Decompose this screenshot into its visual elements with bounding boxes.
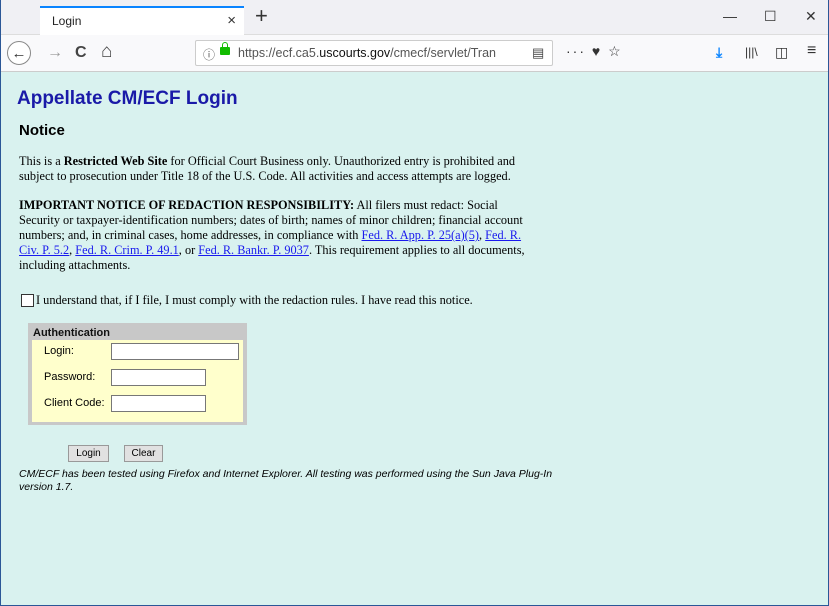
agree-label: I understand that, if I file, I must com… [36,293,473,307]
lock-icon [220,42,230,55]
notice-heading: Notice [19,122,65,139]
reader-view-icon[interactable]: ▤ [532,45,544,61]
fed-r-app-link[interactable]: Fed. R. App. P. 25(a)(5) [362,228,480,242]
client-code-label: Client Code: [44,397,105,409]
redaction-notice: IMPORTANT NOTICE OF REDACTION RESPONSIBI… [19,198,539,273]
url-bar[interactable]: ⓘ https://ecf.ca5.uscourts.gov/cmecf/ser… [195,40,553,66]
library-icon[interactable]: |||\ [745,45,758,59]
restricted-bold: Restricted Web Site [63,154,168,168]
password-input[interactable] [111,369,206,386]
maximize-button[interactable]: ☐ [764,8,777,25]
url-path: /cmecf/servlet/Trans [390,46,496,60]
page-title: Appellate CM/ECF Login [17,88,238,109]
page-actions-icon[interactable]: ··· ♥ ☆ [566,43,623,60]
back-button[interactable]: ← [7,41,31,65]
authentication-panel: Authentication Login: Password: Client C… [28,323,247,425]
url-domain: uscourts.gov [319,46,391,60]
url-prefix: https://ecf.ca5. [238,46,320,60]
restricted-notice: This is a Restricted Web Site for Offici… [19,154,539,184]
browser-window: Login × + — ☐ ✕ ← → C ⌂ ⓘ https://ecf.ca… [0,0,829,606]
tab-bar: Login × + — ☐ ✕ [1,0,828,35]
clear-button[interactable]: Clear [124,445,163,462]
back-arrow-icon: ← [11,44,27,62]
close-window-button[interactable]: ✕ [805,8,817,25]
home-button[interactable]: ⌂ [101,41,112,63]
minimize-button[interactable]: — [723,8,737,24]
menu-icon[interactable]: ≡ [807,42,816,60]
new-tab-button[interactable]: + [255,3,268,29]
url-text[interactable]: https://ecf.ca5.uscourts.gov/cmecf/servl… [238,46,496,60]
authentication-title: Authentication [33,327,110,339]
tab-title: Login [52,14,82,28]
tab-close-icon[interactable]: × [227,12,236,29]
restricted-pre: This is a [19,154,64,168]
login-label: Login: [44,345,74,357]
page-content: Appellate CM/ECF Login Notice This is a … [1,72,828,605]
tab-login[interactable]: Login × [40,6,244,35]
password-label: Password: [44,371,96,383]
sidebar-icon[interactable]: ◫ [775,44,788,61]
fed-r-bankr-link[interactable]: Fed. R. Bankr. P. 9037 [198,243,309,257]
client-code-input[interactable] [111,395,206,412]
agree-checkbox[interactable] [21,294,34,307]
forward-button[interactable]: → [47,44,63,62]
reload-button[interactable]: C [75,44,87,62]
authentication-fields: Login: Password: Client Code: [32,340,243,422]
login-input[interactable] [111,343,239,360]
download-icon[interactable]: ⤓ [716,44,722,61]
site-info-icon[interactable]: ⓘ [203,46,215,63]
redaction-bold: IMPORTANT NOTICE OF REDACTION RESPONSIBI… [19,198,355,212]
agree-row: I understand that, if I file, I must com… [21,293,473,308]
login-button[interactable]: Login [68,445,109,462]
fed-r-crim-link[interactable]: Fed. R. Crim. P. 49.1 [75,243,179,257]
navigation-toolbar: ← → C ⌂ ⓘ https://ecf.ca5.uscourts.gov/c… [1,35,828,72]
browser-compat-note: CM/ECF has been tested using Firefox and… [19,468,553,493]
redaction-sep3: , or [178,243,199,257]
